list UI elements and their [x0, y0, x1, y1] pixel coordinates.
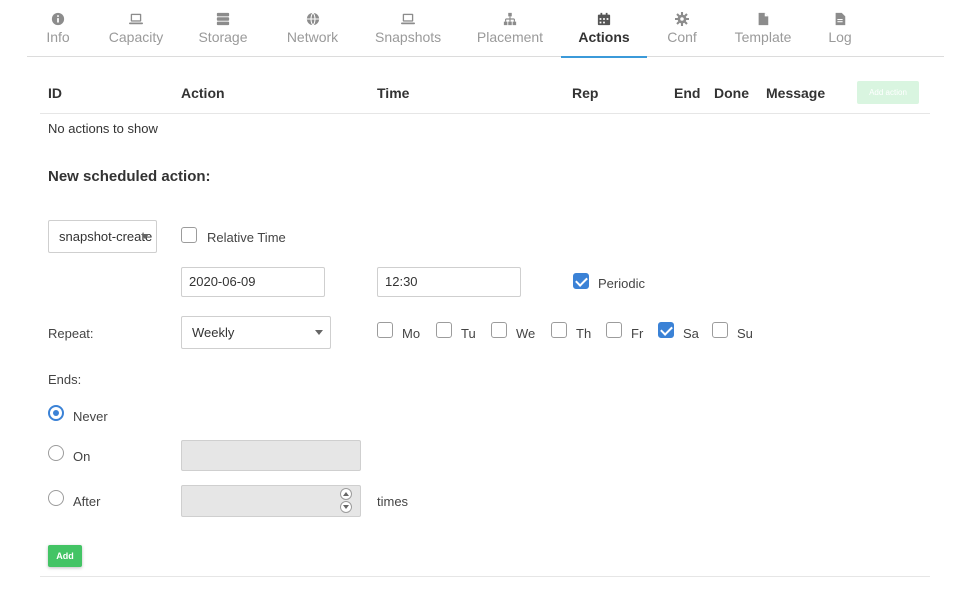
ends-never-label: Never	[73, 409, 108, 424]
day-label: Sa	[683, 326, 699, 341]
periodic-checkbox[interactable]	[573, 273, 589, 289]
tab-label: Capacity	[108, 29, 164, 45]
sitemap-icon	[475, 10, 545, 28]
periodic-label: Periodic	[598, 276, 645, 291]
stepper-down-icon[interactable]	[340, 501, 352, 513]
stepper-up-icon[interactable]	[340, 488, 352, 500]
globe-icon	[284, 10, 341, 28]
date-input[interactable]: 2020-06-09	[181, 267, 325, 297]
file-icon	[732, 10, 794, 28]
ends-label: Ends:	[48, 372, 82, 387]
end-times-input[interactable]	[181, 485, 361, 517]
end-date-input[interactable]	[181, 440, 361, 471]
day-label: Fr	[631, 326, 644, 341]
ends-on-label: On	[73, 449, 91, 464]
day-checkbox-we[interactable]	[491, 322, 507, 338]
day-label: Tu	[461, 326, 476, 341]
gear-icon	[663, 10, 701, 28]
tab-info[interactable]: Info	[42, 10, 74, 56]
tab-actions[interactable]: Actions	[561, 10, 647, 58]
chevron-down-icon	[315, 330, 323, 335]
tab-label: Actions	[578, 29, 630, 45]
add-button[interactable]: Add	[48, 545, 82, 567]
tab-network[interactable]: Network	[284, 10, 341, 56]
tab-label: Network	[286, 29, 339, 45]
day-label: We	[516, 326, 536, 341]
actions-table-header: ID Action Time Rep End Done Message Add …	[40, 78, 930, 114]
action-type-value: snapshot-create	[59, 229, 153, 244]
tab-conf[interactable]: Conf	[663, 10, 701, 56]
ends-never-radio[interactable]	[48, 405, 64, 421]
repeat-label: Repeat:	[48, 326, 94, 341]
day-checkbox-mo[interactable]	[377, 322, 393, 338]
ends-on-radio[interactable]	[48, 445, 64, 461]
relative-time-label: Relative Time	[207, 230, 286, 245]
day-checkbox-sa[interactable]	[658, 322, 674, 338]
column-header-done[interactable]: Done	[714, 85, 749, 101]
server-icon	[198, 10, 248, 28]
tab-log[interactable]: Log	[825, 10, 855, 56]
tab-storage[interactable]: Storage	[198, 10, 248, 56]
day-label: Su	[737, 326, 753, 341]
laptop-icon	[375, 10, 441, 28]
tab-label: Log	[828, 29, 852, 45]
ends-after-label: After	[73, 494, 101, 509]
tab-label: Storage	[198, 29, 248, 45]
tab-bar: Info Capacity Storage Network Snapshots …	[27, 0, 944, 58]
tab-placement[interactable]: Placement	[475, 10, 545, 56]
tab-template[interactable]: Template	[732, 10, 794, 56]
column-header-message[interactable]: Message	[766, 85, 825, 101]
column-header-time[interactable]: Time	[377, 85, 409, 101]
day-checkbox-su[interactable]	[712, 322, 728, 338]
day-checkbox-th[interactable]	[551, 322, 567, 338]
relative-time-checkbox[interactable]	[181, 227, 197, 243]
quantity-stepper[interactable]	[340, 488, 354, 514]
column-header-id[interactable]: ID	[48, 85, 62, 101]
column-header-action[interactable]: Action	[181, 85, 225, 101]
repeat-select[interactable]: Weekly	[181, 316, 331, 349]
tab-label: Conf	[667, 29, 697, 45]
ends-after-radio[interactable]	[48, 490, 64, 506]
info-icon	[42, 10, 74, 28]
tab-capacity[interactable]: Capacity	[108, 10, 164, 56]
repeat-value: Weekly	[192, 325, 235, 340]
add-action-button[interactable]: Add action	[857, 81, 919, 104]
day-checkbox-tu[interactable]	[436, 322, 452, 338]
action-type-select[interactable]: snapshot-create	[48, 220, 157, 253]
column-header-end[interactable]: End	[674, 85, 700, 101]
calendar-icon	[561, 10, 647, 28]
day-checkbox-fr[interactable]	[606, 322, 622, 338]
tab-label: Snapshots	[375, 29, 442, 45]
time-input[interactable]: 12:30	[377, 267, 521, 297]
file-text-icon	[825, 10, 855, 28]
tab-label: Template	[734, 29, 792, 45]
chevron-down-icon	[141, 234, 149, 239]
divider	[40, 576, 930, 577]
laptop-icon	[108, 10, 164, 28]
form-title: New scheduled action:	[48, 168, 211, 185]
times-label: times	[377, 494, 409, 509]
column-header-rep[interactable]: Rep	[572, 85, 598, 101]
empty-table-message: No actions to show	[48, 121, 158, 136]
tab-snapshots[interactable]: Snapshots	[375, 10, 441, 56]
tab-label: Placement	[476, 29, 544, 45]
day-label: Th	[576, 326, 592, 341]
day-label: Mo	[402, 326, 421, 341]
tab-label: Info	[46, 29, 70, 45]
